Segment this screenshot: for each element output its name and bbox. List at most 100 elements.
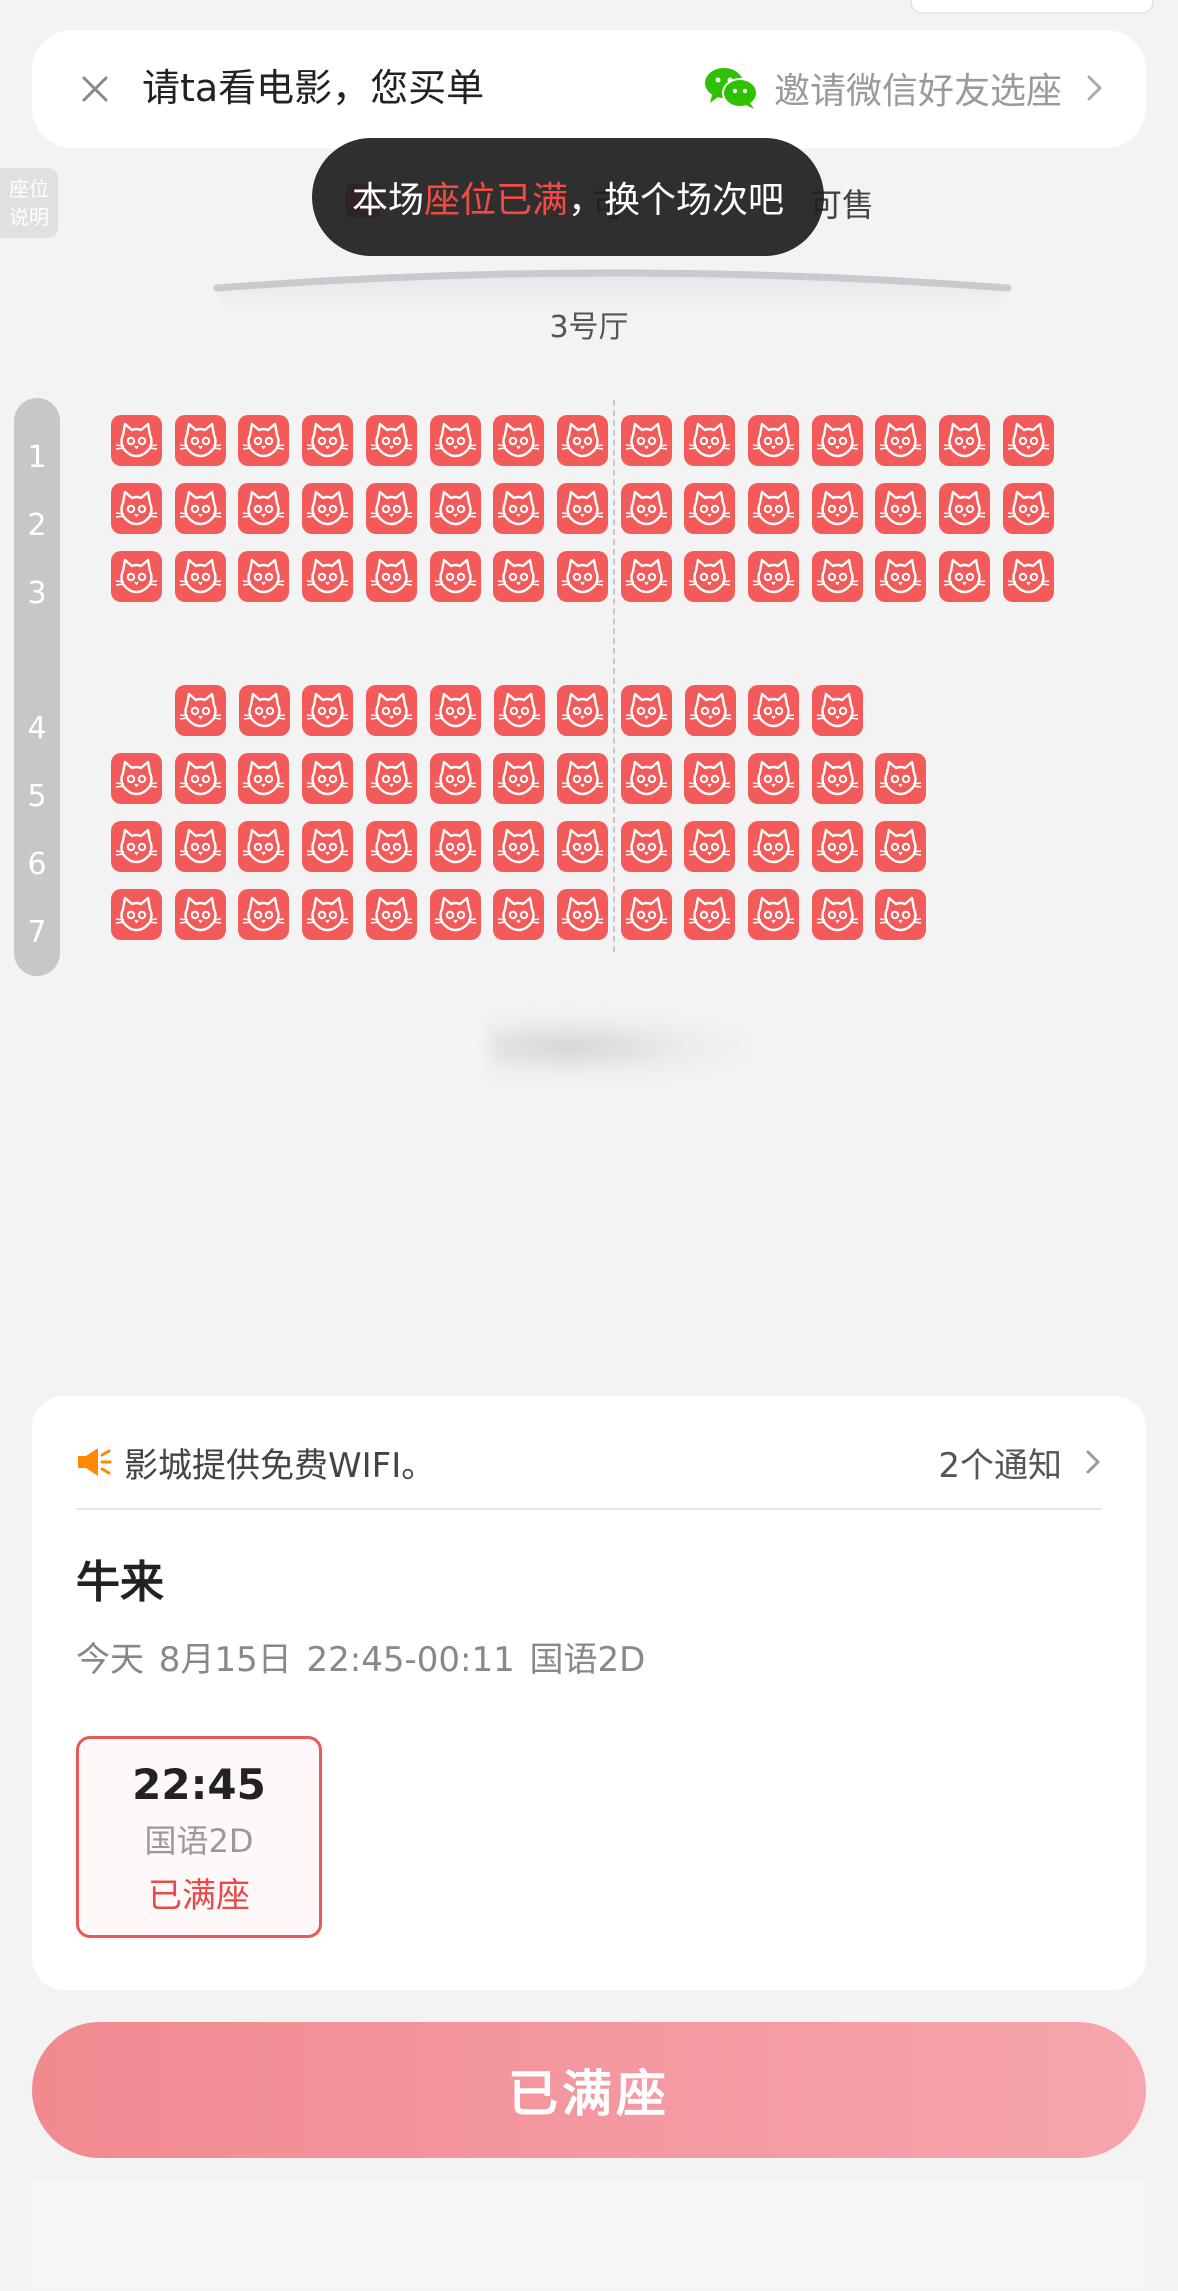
seat-sold[interactable] (175, 889, 226, 940)
seat-sold[interactable] (493, 483, 544, 534)
seat-sold[interactable] (875, 483, 926, 534)
seat-sold[interactable] (366, 685, 417, 736)
seat-sold[interactable] (111, 415, 162, 466)
seat-sold[interactable] (430, 821, 481, 872)
seat-sold[interactable] (748, 551, 799, 602)
seat-sold[interactable] (684, 551, 735, 602)
seat-sold[interactable] (748, 889, 799, 940)
seat-sold[interactable] (111, 483, 162, 534)
seat-sold[interactable] (557, 889, 608, 940)
seat-sold[interactable] (875, 821, 926, 872)
seat-sold[interactable] (494, 685, 545, 736)
seat-sold[interactable] (557, 821, 608, 872)
seat-sold[interactable] (175, 753, 226, 804)
seat-sold[interactable] (684, 753, 735, 804)
seat-sold[interactable] (875, 753, 926, 804)
seat-sold[interactable] (685, 685, 736, 736)
seat-sold[interactable] (812, 821, 863, 872)
seat-sold[interactable] (493, 551, 544, 602)
seat-sold[interactable] (748, 483, 799, 534)
seat-sold[interactable] (175, 821, 226, 872)
seat-sold[interactable] (812, 685, 863, 736)
seat-sold[interactable] (238, 551, 289, 602)
seat-sold[interactable] (366, 889, 417, 940)
seat-sold[interactable] (748, 415, 799, 466)
seat-sold[interactable] (748, 821, 799, 872)
seat-sold[interactable] (111, 821, 162, 872)
seat-sold[interactable] (238, 821, 289, 872)
showtime-option[interactable]: 22:45 国语2D 已满座 (76, 1736, 322, 1938)
seat-sold[interactable] (302, 753, 353, 804)
seat-sold[interactable] (684, 821, 735, 872)
seat-sold[interactable] (1003, 483, 1054, 534)
seat-sold[interactable] (238, 483, 289, 534)
seat-sold[interactable] (875, 551, 926, 602)
seat-sold[interactable] (1003, 551, 1054, 602)
seat-sold[interactable] (175, 415, 226, 466)
seat-sold[interactable] (302, 685, 353, 736)
seat-sold[interactable] (621, 415, 672, 466)
seat-sold[interactable] (238, 415, 289, 466)
seat-sold[interactable] (684, 415, 735, 466)
seat-sold[interactable] (175, 483, 226, 534)
seat-sold[interactable] (493, 821, 544, 872)
seat-sold[interactable] (621, 483, 672, 534)
seat-sold[interactable] (493, 415, 544, 466)
notice-bar[interactable]: 影城提供免费WIFI。 2个通知 (76, 1432, 1102, 1492)
seat-sold[interactable] (939, 551, 990, 602)
seat-sold[interactable] (111, 889, 162, 940)
seat-sold[interactable] (302, 415, 353, 466)
seat-sold[interactable] (239, 685, 290, 736)
seat-sold[interactable] (557, 753, 608, 804)
seat-sold[interactable] (684, 483, 735, 534)
seat-sold[interactable] (302, 483, 353, 534)
seat-sold[interactable] (875, 415, 926, 466)
seat-sold[interactable] (238, 889, 289, 940)
seat-sold[interactable] (366, 551, 417, 602)
seat-sold[interactable] (302, 551, 353, 602)
seat-sold[interactable] (812, 483, 863, 534)
seat-sold[interactable] (621, 889, 672, 940)
seat-sold[interactable] (238, 753, 289, 804)
seat-sold[interactable] (430, 685, 481, 736)
seat-sold[interactable] (430, 483, 481, 534)
seat-sold[interactable] (493, 889, 544, 940)
seat-sold[interactable] (302, 821, 353, 872)
seat-sold[interactable] (557, 685, 608, 736)
seat-legend-button[interactable]: 座位 说明 (0, 168, 58, 238)
seat-sold[interactable] (175, 685, 226, 736)
seat-sold[interactable] (111, 753, 162, 804)
seat-sold[interactable] (684, 889, 735, 940)
seat-sold[interactable] (748, 685, 799, 736)
seat-sold[interactable] (302, 889, 353, 940)
seat-sold[interactable] (621, 821, 672, 872)
seat-sold[interactable] (812, 889, 863, 940)
seat-sold[interactable] (1003, 415, 1054, 466)
seat-sold[interactable] (621, 753, 672, 804)
invite-wechat-friend-button[interactable]: 邀请微信好友选座 (704, 60, 1106, 116)
seat-sold[interactable] (812, 753, 863, 804)
seat-sold[interactable] (557, 483, 608, 534)
seat-sold[interactable] (366, 415, 417, 466)
seat-sold[interactable] (366, 821, 417, 872)
seat-sold[interactable] (557, 551, 608, 602)
seat-sold[interactable] (557, 415, 608, 466)
seat-sold[interactable] (493, 753, 544, 804)
seat-sold[interactable] (875, 889, 926, 940)
seat-sold[interactable] (748, 753, 799, 804)
seat-sold[interactable] (939, 483, 990, 534)
seat-sold[interactable] (430, 753, 481, 804)
seat-sold[interactable] (812, 415, 863, 466)
seat-sold[interactable] (430, 551, 481, 602)
seat-sold[interactable] (430, 889, 481, 940)
close-icon[interactable] (72, 66, 118, 112)
seat-sold[interactable] (175, 551, 226, 602)
seat-sold[interactable] (621, 685, 672, 736)
seat-sold[interactable] (111, 551, 162, 602)
seat-sold[interactable] (939, 415, 990, 466)
seat-sold[interactable] (366, 483, 417, 534)
seat-sold[interactable] (366, 753, 417, 804)
seat-sold[interactable] (621, 551, 672, 602)
sold-out-button[interactable]: 已满座 (32, 2022, 1146, 2158)
seat-sold[interactable] (812, 551, 863, 602)
